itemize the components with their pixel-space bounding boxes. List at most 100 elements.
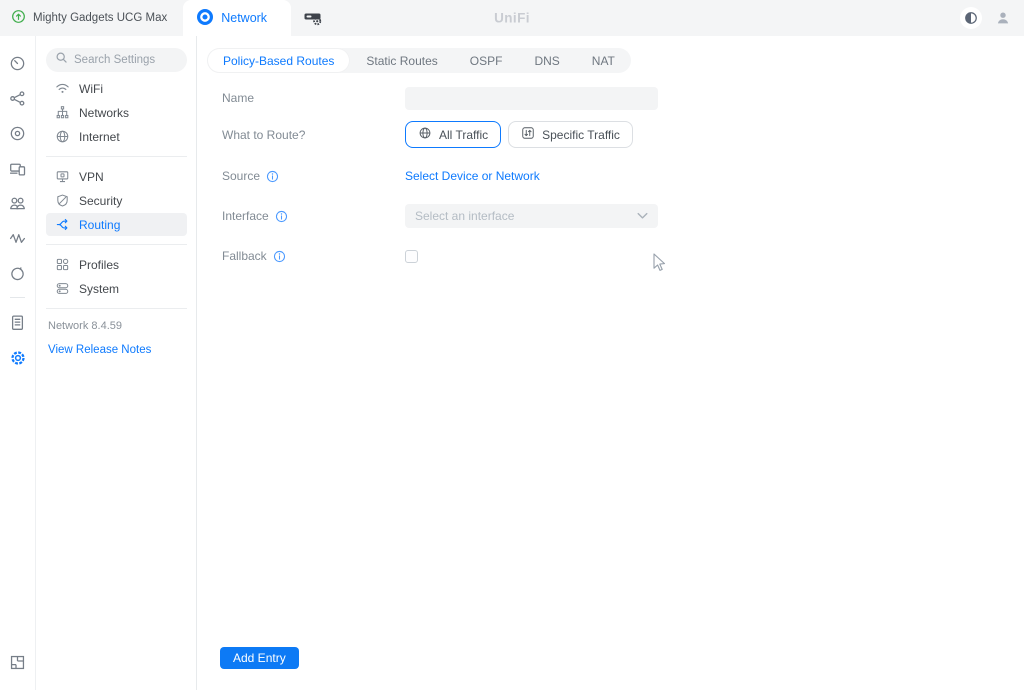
sidebar-item-label: Profiles — [79, 258, 119, 272]
sidebar-item-label: Security — [79, 194, 122, 208]
system-icon — [54, 281, 70, 296]
sidebar-item-label: Routing — [79, 218, 120, 232]
sidebar-item-security[interactable]: Security — [46, 189, 187, 212]
unifi-watermark: UniFi — [494, 11, 530, 26]
source-row: Source Select Device or Network — [222, 164, 1024, 188]
settings-search[interactable] — [46, 48, 187, 72]
arrows-up-down-icon — [521, 126, 535, 143]
tab-policy-based-routes[interactable]: Policy-Based Routes — [207, 48, 350, 73]
topology-icon[interactable] — [0, 81, 36, 116]
dashboard-icon[interactable] — [0, 46, 36, 81]
specific-traffic-button[interactable]: Specific Traffic — [508, 121, 633, 148]
vpn-icon — [54, 169, 70, 184]
sidebar-item-internet[interactable]: Internet — [46, 125, 187, 148]
settings-sidebar: WiFi Networks Internet VPN — [36, 36, 197, 690]
fallback-row: Fallback — [222, 244, 1024, 268]
interface-label: Interface — [222, 209, 269, 223]
add-entry-button[interactable]: Add Entry — [220, 647, 299, 669]
shield-icon — [54, 193, 70, 208]
unifi-devices-icon[interactable] — [0, 116, 36, 151]
interface-row: Interface Select an interface — [222, 204, 1024, 228]
person-icon — [995, 10, 1011, 26]
all-traffic-button[interactable]: All Traffic — [405, 121, 501, 148]
system-log-icon[interactable] — [0, 305, 36, 340]
all-traffic-label: All Traffic — [439, 128, 488, 142]
floorplan-icon[interactable] — [0, 645, 36, 680]
interface-select[interactable]: Select an interface — [405, 204, 658, 228]
globe-icon — [418, 126, 432, 143]
client-devices-icon[interactable] — [0, 151, 36, 186]
theme-contrast-toggle[interactable] — [960, 7, 982, 29]
fallback-label: Fallback — [222, 249, 267, 263]
network-app-icon — [197, 9, 213, 28]
radios-icon[interactable] — [0, 256, 36, 291]
tab-label: DNS — [534, 54, 559, 68]
top-bar: Mighty Gadgets UCG Max Network UniFi — [0, 0, 1024, 36]
source-label: Source — [222, 169, 260, 183]
sidebar-item-label: Internet — [79, 130, 120, 144]
interface-placeholder: Select an interface — [415, 209, 514, 223]
sidebar-divider — [46, 156, 187, 157]
tab-dns[interactable]: DNS — [518, 48, 575, 73]
sidebar-item-label: System — [79, 282, 119, 296]
sidebar-item-system[interactable]: System — [46, 277, 187, 300]
tab-nat[interactable]: NAT — [576, 48, 631, 73]
tab-label: NAT — [592, 54, 615, 68]
settings-gear-icon[interactable] — [0, 340, 36, 375]
unifi-network-settings-screen: Mighty Gadgets UCG Max Network UniFi — [0, 0, 1024, 690]
console-name: Mighty Gadgets UCG Max — [33, 12, 167, 24]
tab-label: Static Routes — [366, 54, 437, 68]
sidebar-item-wifi[interactable]: WiFi — [46, 77, 187, 100]
rail-divider — [10, 297, 25, 298]
name-input[interactable] — [405, 87, 658, 110]
fallback-checkbox[interactable] — [405, 250, 418, 263]
select-device-or-network-link[interactable]: Select Device or Network — [405, 169, 540, 183]
sidebar-item-vpn[interactable]: VPN — [46, 165, 187, 188]
info-icon[interactable] — [266, 170, 279, 183]
console-status-icon — [11, 9, 26, 27]
settings-nav: WiFi Networks Internet VPN — [46, 77, 187, 358]
info-icon[interactable] — [275, 210, 288, 223]
policy-route-form: Name What to Route? All Traffic — [222, 86, 1024, 268]
search-icon — [55, 51, 68, 69]
routing-settings-panel: Policy-Based Routes Static Routes OSPF D… — [197, 36, 1024, 690]
tab-label: OSPF — [470, 54, 503, 68]
view-release-notes-link[interactable]: View Release Notes — [48, 344, 151, 356]
console-switcher[interactable]: Mighty Gadgets UCG Max — [0, 9, 183, 27]
sidebar-item-label: WiFi — [79, 82, 103, 96]
sidebar-divider — [46, 308, 187, 309]
insights-icon[interactable] — [0, 221, 36, 256]
app-tab-label: Network — [221, 11, 267, 25]
networks-icon — [54, 105, 70, 120]
routing-tabbar: Policy-Based Routes Static Routes OSPF D… — [207, 48, 631, 73]
topbar-right-controls — [960, 7, 1024, 29]
app-version: Network 8.4.59 — [48, 320, 187, 332]
app-icon-rail — [0, 36, 36, 690]
clients-group-icon[interactable] — [0, 186, 36, 221]
account-button[interactable] — [995, 10, 1011, 26]
sidebar-divider — [46, 244, 187, 245]
search-input[interactable] — [74, 54, 184, 66]
sidebar-item-networks[interactable]: Networks — [46, 101, 187, 124]
routing-icon — [54, 217, 70, 232]
tab-label: Policy-Based Routes — [223, 54, 334, 68]
what-to-route-label: What to Route? — [222, 128, 305, 142]
name-label: Name — [222, 91, 254, 105]
traffic-type-segmented: All Traffic Specific Traffic — [405, 121, 633, 148]
what-to-route-row: What to Route? All Traffic Specific Traf… — [222, 121, 1024, 148]
console-device-settings-icon[interactable] — [303, 9, 323, 27]
profiles-icon — [54, 257, 70, 272]
sidebar-item-profiles[interactable]: Profiles — [46, 253, 187, 276]
contrast-icon — [964, 11, 978, 25]
tab-static-routes[interactable]: Static Routes — [350, 48, 453, 73]
specific-traffic-label: Specific Traffic — [542, 128, 620, 142]
sidebar-item-routing[interactable]: Routing — [46, 213, 187, 236]
info-icon[interactable] — [273, 250, 286, 263]
tab-ospf[interactable]: OSPF — [454, 48, 519, 73]
sidebar-item-label: Networks — [79, 106, 129, 120]
globe-icon — [54, 129, 70, 144]
name-row: Name — [222, 86, 1024, 110]
chevron-down-icon — [637, 209, 648, 223]
app-tab-network[interactable]: Network — [183, 0, 291, 36]
sidebar-item-label: VPN — [79, 170, 104, 184]
